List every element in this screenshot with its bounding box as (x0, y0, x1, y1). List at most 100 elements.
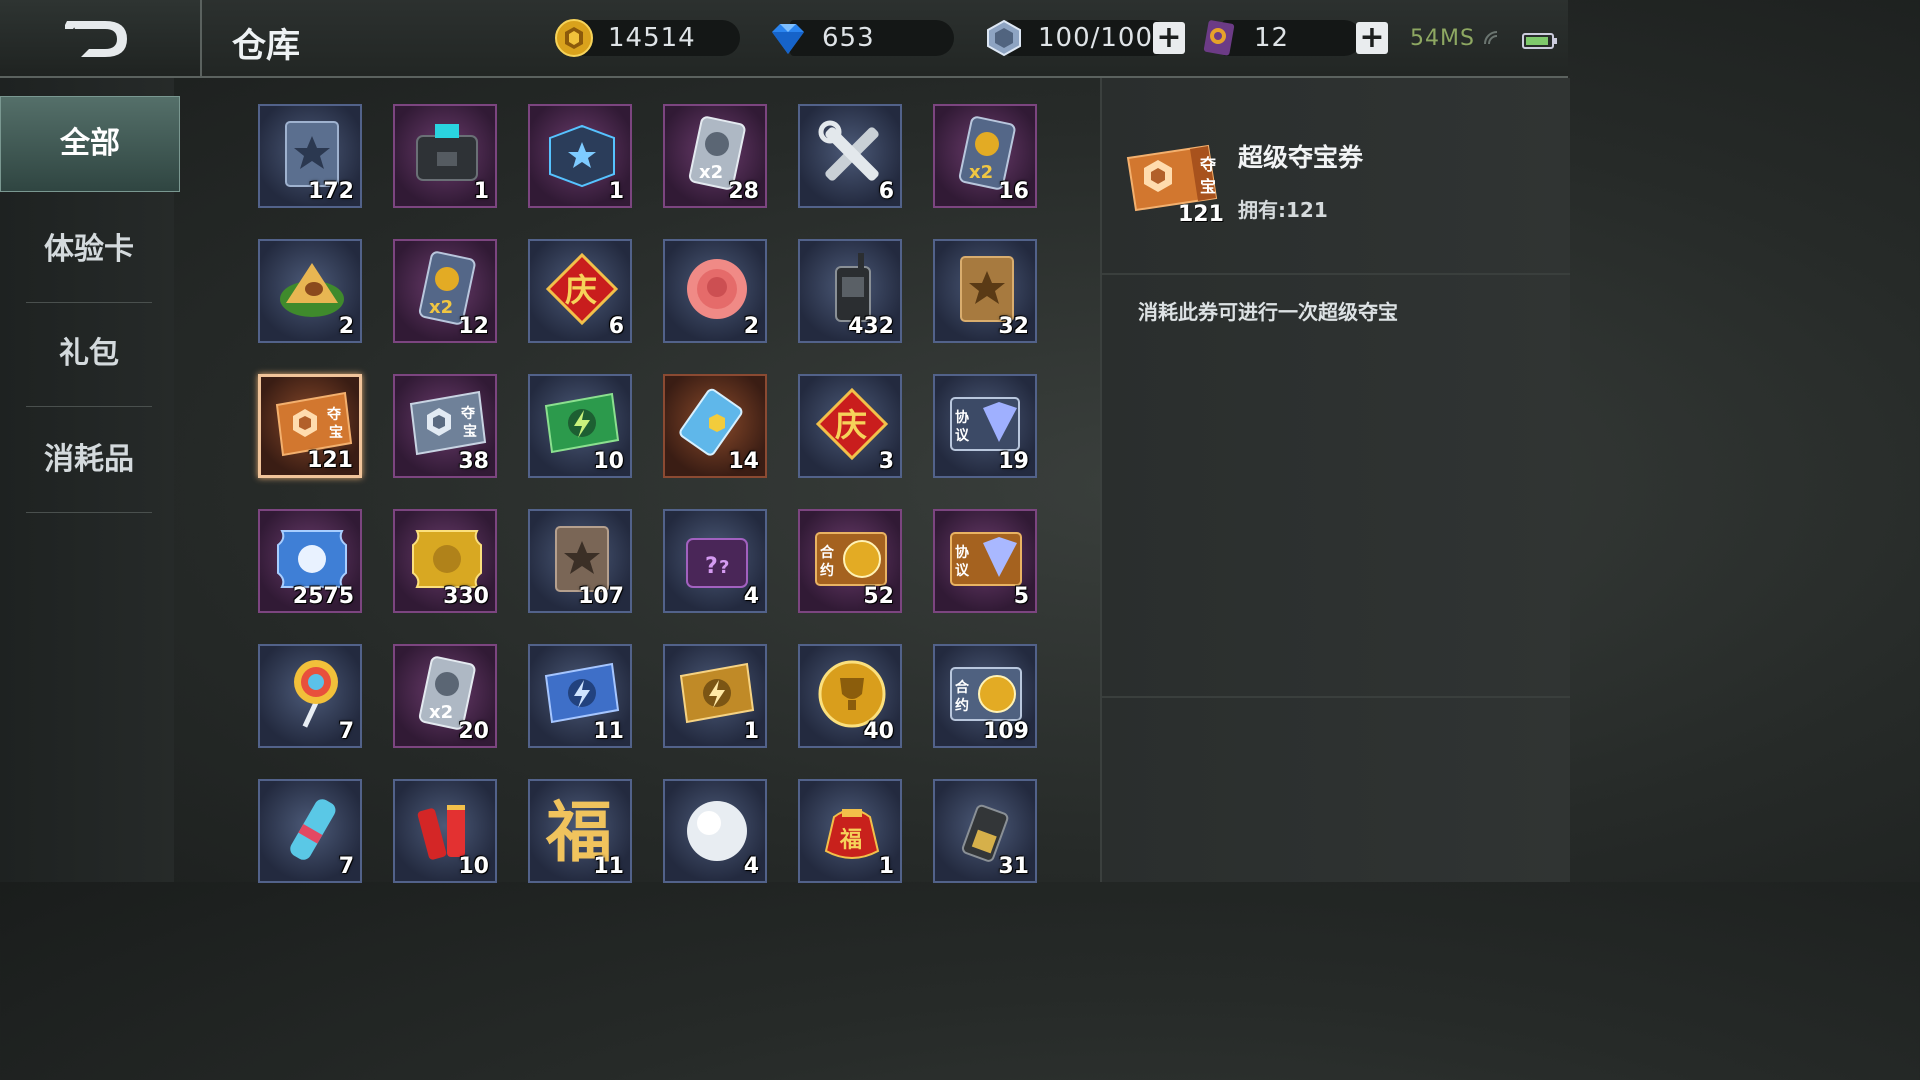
detail-item-name: 超级夺宝券 (1238, 143, 1364, 172)
item-quantity: 11 (593, 854, 624, 879)
tab-gift-packs[interactable]: 礼包 (26, 302, 152, 407)
inventory-slot[interactable]: 31 (933, 779, 1037, 883)
inventory-slot[interactable]: 107 (528, 509, 632, 613)
inventory-slot[interactable]: 7 (258, 779, 362, 883)
tab-all[interactable]: 全部 (0, 96, 180, 192)
item-quantity: 32 (998, 314, 1029, 339)
diamond-amount: 653 (822, 23, 875, 53)
detail-quantity: 121 (1178, 202, 1224, 227)
inventory-slot[interactable]: x2 12 (393, 239, 497, 343)
item-quantity: 2575 (292, 584, 354, 609)
inventory-slot[interactable]: 6 (798, 104, 902, 208)
svg-text:x2: x2 (429, 297, 453, 318)
svg-text:合: 合 (955, 679, 970, 696)
purple-ticket-icon (1203, 20, 1235, 56)
inventory-slot[interactable]: 14 (663, 374, 767, 478)
item-quantity: 6 (878, 179, 894, 204)
inventory-slot[interactable]: 1 (663, 644, 767, 748)
item-quantity: 10 (458, 854, 489, 879)
ticket-counter: 12 (1200, 18, 1362, 58)
svg-text:协: 协 (955, 409, 969, 426)
item-quantity: 2 (338, 314, 354, 339)
inventory-slot[interactable]: 10 (528, 374, 632, 478)
add-energy-button[interactable]: + (1153, 22, 1185, 54)
latency-text: 54MS (1410, 26, 1475, 51)
inventory-slot[interactable]: 2 (663, 239, 767, 343)
item-quantity: 330 (443, 584, 489, 609)
item-quantity: 16 (998, 179, 1029, 204)
item-quantity: 121 (307, 448, 353, 473)
svg-text:夺: 夺 (1199, 155, 1217, 174)
category-sidebar: 全部 体验卡 礼包 消耗品 (0, 78, 180, 882)
inventory-slot[interactable]: 432 (798, 239, 902, 343)
inventory-slot[interactable]: 32 (933, 239, 1037, 343)
svg-text:庆: 庆 (565, 271, 597, 309)
inventory-slot[interactable]: 330 (393, 509, 497, 613)
inventory-slot[interactable]: x2 20 (393, 644, 497, 748)
item-quantity: 11 (593, 719, 624, 744)
inventory-slot[interactable]: 福1 (798, 779, 902, 883)
owned-count: 拥有:121 (1238, 198, 1328, 222)
inventory-slot[interactable]: 4 (663, 779, 767, 883)
add-ticket-button[interactable]: + (1356, 22, 1388, 54)
inventory-slot[interactable]: 合约 109 (933, 644, 1037, 748)
item-quantity: 14 (728, 449, 759, 474)
panel-divider (1102, 696, 1570, 698)
item-quantity: 52 (863, 584, 894, 609)
item-quantity: 7 (338, 719, 354, 744)
svg-text:x2: x2 (429, 702, 453, 723)
gold-counter: 14514 (554, 18, 740, 58)
inventory-slot[interactable]: ?? 4 (663, 509, 767, 613)
network-latency: 54MS (1410, 26, 1499, 51)
back-button[interactable] (0, 0, 202, 76)
svg-text:宝: 宝 (1200, 177, 1216, 196)
inventory-slot[interactable]: 夺宝 38 (393, 374, 497, 478)
battery-icon (1522, 33, 1557, 49)
inventory-slot[interactable]: 庆6 (528, 239, 632, 343)
energy-crystal-icon (987, 19, 1021, 57)
svg-text:x2: x2 (969, 162, 993, 183)
svg-text:?: ? (705, 554, 718, 579)
svg-text:庆: 庆 (835, 406, 867, 444)
tab-trial-cards[interactable]: 体验卡 (26, 198, 152, 303)
inventory-slot[interactable]: 1 (528, 104, 632, 208)
item-quantity: 432 (848, 314, 894, 339)
svg-text:?: ? (719, 557, 729, 578)
inventory-slot[interactable]: x2 16 (933, 104, 1037, 208)
inventory-slot[interactable]: 40 (798, 644, 902, 748)
item-quantity: 5 (1013, 584, 1029, 609)
svg-text:协: 协 (955, 544, 969, 561)
svg-text:福: 福 (839, 828, 862, 853)
item-quantity: 107 (578, 584, 624, 609)
inventory-slot[interactable]: 2 (258, 239, 362, 343)
item-quantity: 1 (743, 719, 759, 744)
inventory-slot[interactable]: 11 (528, 644, 632, 748)
item-quantity: 2 (743, 314, 759, 339)
svg-text:宝: 宝 (329, 424, 343, 441)
svg-text:夺: 夺 (460, 405, 476, 422)
inventory-slot[interactable]: 10 (393, 779, 497, 883)
svg-text:约: 约 (955, 697, 969, 714)
gold-coin-icon (555, 19, 593, 57)
inventory-slot[interactable]: 合约 52 (798, 509, 902, 613)
inventory-slot[interactable]: x2 28 (663, 104, 767, 208)
item-quantity: 4 (743, 584, 759, 609)
svg-text:合: 合 (820, 544, 835, 561)
svg-text:议: 议 (955, 563, 970, 579)
inventory-slot[interactable]: 2575 (258, 509, 362, 613)
item-quantity: 3 (878, 449, 894, 474)
inventory-slot[interactable]: 协议 5 (933, 509, 1037, 613)
inventory-slot[interactable]: 夺宝 121 (258, 374, 362, 478)
svg-text:约: 约 (820, 562, 834, 579)
energy-counter: 100/100 (984, 18, 1170, 58)
inventory-slot[interactable]: 协议 19 (933, 374, 1037, 478)
inventory-slot[interactable]: 福 11 (528, 779, 632, 883)
item-quantity: 7 (338, 854, 354, 879)
inventory-slot[interactable]: 庆3 (798, 374, 902, 478)
inventory-slot[interactable]: 1 (393, 104, 497, 208)
tab-consumables[interactable]: 消耗品 (26, 408, 152, 513)
item-quantity: 28 (728, 179, 759, 204)
back-arrow-icon (65, 21, 127, 57)
inventory-slot[interactable]: 172 (258, 104, 362, 208)
inventory-slot[interactable]: 7 (258, 644, 362, 748)
